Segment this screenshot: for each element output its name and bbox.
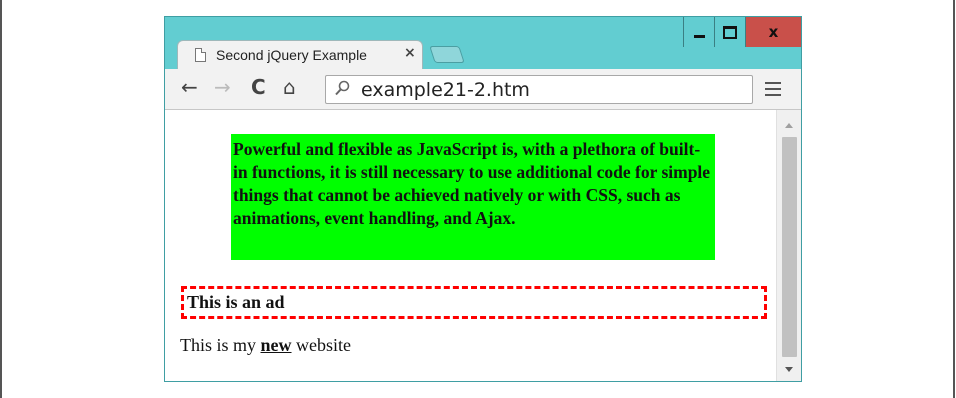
home-button[interactable]: ⌂ <box>283 75 296 99</box>
website-line-suffix: website <box>296 335 351 355</box>
scroll-up-icon[interactable] <box>785 123 793 128</box>
right-border-line <box>953 0 955 398</box>
maximize-button[interactable] <box>714 17 745 47</box>
tab-close-button[interactable]: × <box>404 45 416 61</box>
close-icon: x <box>768 23 779 41</box>
reload-button[interactable]: C <box>251 75 266 99</box>
scrollbar-thumb[interactable] <box>782 137 797 357</box>
tab-title: Second jQuery Example <box>216 47 367 63</box>
menu-button[interactable] <box>765 82 781 97</box>
window-controls: x <box>683 17 801 47</box>
ad-box: This is an ad <box>181 286 767 319</box>
new-word: new <box>260 335 292 355</box>
minimize-icon <box>693 34 705 38</box>
navigation-toolbar: ← → C ⌂ example21-2.htm <box>165 69 801 110</box>
close-window-button[interactable]: x <box>745 17 801 47</box>
page-content: Powerful and flexible as JavaScript is, … <box>165 110 776 381</box>
browser-window: x Second jQuery Example × ← → C ⌂ exampl… <box>164 16 802 382</box>
website-line: This is my new website <box>180 335 351 356</box>
page-icon <box>195 48 206 62</box>
forward-button[interactable]: → <box>214 75 231 99</box>
website-line-prefix: This is my <box>180 335 257 355</box>
url-text: example21-2.htm <box>361 79 530 101</box>
left-border-line <box>0 0 2 398</box>
green-paragraph: Powerful and flexible as JavaScript is, … <box>231 134 715 260</box>
vertical-scrollbar[interactable] <box>776 110 801 381</box>
search-icon <box>335 80 350 96</box>
maximize-icon <box>723 25 737 39</box>
scroll-down-icon[interactable] <box>785 367 793 372</box>
hamburger-icon <box>765 82 781 84</box>
new-tab-button[interactable] <box>429 46 465 63</box>
minimize-button[interactable] <box>683 17 714 47</box>
browser-tab[interactable]: Second jQuery Example × <box>177 40 423 70</box>
address-bar[interactable]: example21-2.htm <box>325 75 753 104</box>
back-button[interactable]: ← <box>181 75 198 99</box>
